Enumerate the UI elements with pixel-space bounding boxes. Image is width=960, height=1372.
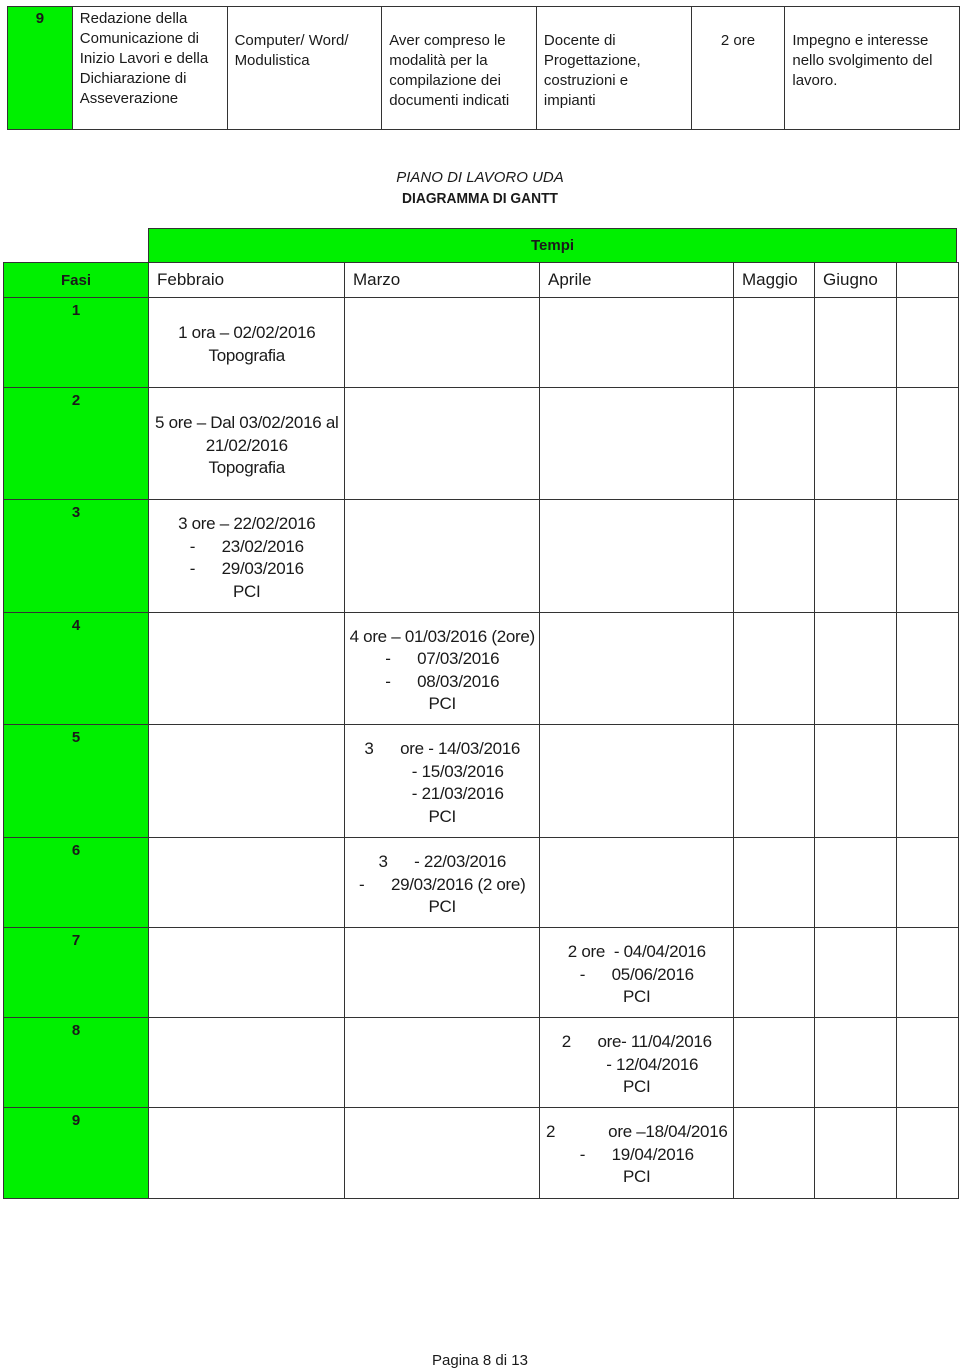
- gantt-cell: [344, 297, 541, 389]
- tempi-header: Tempi: [148, 228, 957, 263]
- gantt-cell: [344, 387, 541, 501]
- gantt-cell: [814, 297, 898, 389]
- page-number: Pagina 8 di 13: [432, 1352, 528, 1369]
- gantt-task-phase-3: 3 ore – 22/02/2016 - 23/02/2016 - 29/03/…: [148, 499, 346, 614]
- gantt-title: DIAGRAMMA DI GANTT: [402, 190, 558, 207]
- gantt-cell: [344, 1017, 541, 1109]
- gantt-task-phase-8: 2 ore- 11/04/2016 - 12/04/2016 PCI: [539, 1017, 735, 1109]
- gantt-cell: [733, 724, 816, 839]
- activity-row: 9 Redazione della Comunicazione di Inizi…: [7, 6, 960, 130]
- activity-evaluation: Impegno e interesse nello svolgimento de…: [784, 6, 960, 130]
- gantt-cell: [814, 1017, 898, 1109]
- phase-number: 8: [3, 1017, 149, 1109]
- fasi-header: Fasi: [3, 262, 149, 298]
- gantt-cell: [896, 387, 959, 501]
- gantt-cell: [896, 499, 959, 614]
- activity-table: 9 Redazione della Comunicazione di Inizi…: [7, 6, 960, 130]
- activity-teacher: Docente di Progettazione, costruzioni e …: [535, 6, 692, 130]
- month-header-giugno: Giugno: [814, 262, 898, 298]
- gantt-cell: [344, 499, 541, 614]
- phase-number: 1: [3, 297, 149, 389]
- activity-description: Redazione della Comunicazione di Inizio …: [71, 6, 228, 130]
- gantt-cell: [733, 387, 816, 501]
- gantt-cell: [733, 499, 816, 614]
- month-header-marzo: Marzo: [344, 262, 541, 298]
- gantt-cell: [148, 1107, 346, 1199]
- plan-title: PIANO DI LAVORO UDA: [396, 169, 564, 186]
- gantt-cell: [896, 837, 959, 929]
- gantt-cell: [539, 612, 735, 726]
- gantt-cell: [814, 837, 898, 929]
- gantt-cell: [814, 1107, 898, 1199]
- activity-tools: Computer/ Word/ Modulistica: [226, 6, 383, 130]
- gantt-cell: [733, 927, 816, 1019]
- gantt-cell: [896, 612, 959, 726]
- gantt-cell: [344, 927, 541, 1019]
- gantt-cell: [148, 837, 346, 929]
- gantt-cell: [148, 612, 346, 726]
- gantt-cell: [148, 724, 346, 839]
- gantt-cell: [896, 927, 959, 1019]
- gantt-cell: [814, 499, 898, 614]
- phase-number: 4: [3, 612, 149, 726]
- gantt-task-phase-4: 4 ore – 01/03/2016 (2ore) - 07/03/2016 -…: [344, 612, 541, 726]
- gantt-task-phase-7: 2 ore - 04/04/2016 - 05/06/2016 PCI: [539, 927, 735, 1019]
- gantt-cell: [814, 387, 898, 501]
- gantt-task-phase-9: 2 ore –18/04/2016 - 19/04/2016 PCI: [539, 1107, 735, 1199]
- gantt-title-block: PIANO DI LAVORO UDA DIAGRAMMA DI GANTT: [0, 167, 960, 209]
- activity-number: 9: [7, 6, 73, 130]
- gantt-cell: [814, 612, 898, 726]
- activity-objectives: Aver compreso le modalità per la compila…: [381, 6, 537, 130]
- gantt-cell: [148, 927, 346, 1019]
- phase-number: 5: [3, 724, 149, 839]
- gantt-cell: [539, 387, 735, 501]
- gantt-cell: [896, 724, 959, 839]
- gantt-cell: [733, 297, 816, 389]
- gantt-task-phase-2: 5 ore – Dal 03/02/2016 al 21/02/2016 Top…: [148, 387, 346, 501]
- gantt-task-phase-6: 3 - 22/03/2016 - 29/03/2016 (2 ore) PCI: [344, 837, 541, 929]
- gantt-cell: [344, 1107, 541, 1199]
- gantt-cell: [539, 837, 735, 929]
- phase-number: 9: [3, 1107, 149, 1199]
- gantt-cell: [733, 837, 816, 929]
- gantt-cell: [896, 1017, 959, 1109]
- gantt-cell: [733, 1107, 816, 1199]
- gantt-cell: [539, 724, 735, 839]
- month-header-maggio: Maggio: [733, 262, 816, 298]
- gantt-cell: [896, 1107, 959, 1199]
- gantt-cell: [733, 612, 816, 726]
- month-header-blank: [896, 262, 959, 298]
- gantt-cell: [539, 297, 735, 389]
- gantt-cell: [539, 499, 735, 614]
- phase-number: 6: [3, 837, 149, 929]
- gantt-cell: [814, 927, 898, 1019]
- month-header-aprile: Aprile: [539, 262, 735, 298]
- gantt-cell: [814, 724, 898, 839]
- phase-number: 3: [3, 499, 149, 614]
- gantt-task-phase-5: 3 ore - 14/03/2016 - 15/03/2016 - 21/03/…: [344, 724, 541, 839]
- gantt-cell: [733, 1017, 816, 1109]
- gantt-task-phase-1: 1 ora – 02/02/2016 Topografia: [148, 297, 346, 389]
- gantt-cell: [148, 1017, 346, 1109]
- month-header-febbraio: Febbraio: [148, 262, 346, 298]
- gantt-cell: [896, 297, 959, 389]
- activity-duration: 2 ore: [690, 6, 786, 130]
- phase-number: 2: [3, 387, 149, 501]
- phase-number: 7: [3, 927, 149, 1019]
